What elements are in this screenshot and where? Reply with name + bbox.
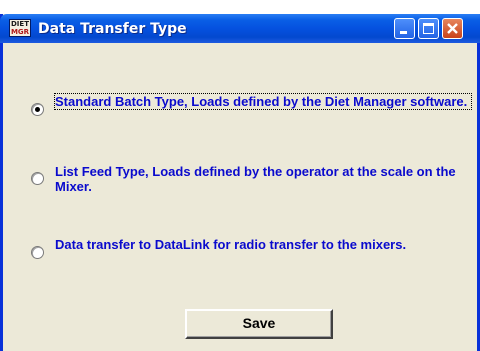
minimize-icon	[400, 31, 407, 34]
title-bar[interactable]: DIET MGR Data Transfer Type	[0, 14, 480, 43]
background-window-edge	[0, 0, 480, 14]
app-icon-text-top: DIET	[11, 20, 29, 28]
window-title: Data Transfer Type	[38, 21, 187, 37]
option-standard-batch-label[interactable]: Standard Batch Type, Loads defined by th…	[54, 93, 472, 110]
radio-datalink[interactable]	[31, 246, 44, 259]
diet-manager-app-icon[interactable]: DIET MGR	[9, 19, 31, 37]
app-icon-text-bottom: MGR	[10, 28, 30, 36]
dialog-window: DIET MGR Data Transfer Type Standard Bat…	[0, 14, 480, 351]
maximize-button[interactable]	[418, 18, 439, 39]
save-button[interactable]: Save	[185, 309, 333, 339]
radio-selected-dot	[35, 107, 40, 112]
radio-list-feed[interactable]	[31, 172, 44, 185]
option-list-feed-label[interactable]: List Feed Type, Loads defined by the ope…	[55, 164, 480, 194]
option-datalink-label[interactable]: Data transfer to DataLink for radio tran…	[55, 237, 471, 252]
close-button[interactable]	[442, 18, 463, 39]
close-icon	[447, 23, 458, 34]
radio-standard-batch[interactable]	[31, 103, 44, 116]
background-window-remnant	[40, 0, 460, 5]
minimize-button[interactable]	[394, 18, 415, 39]
maximize-icon	[423, 23, 434, 34]
